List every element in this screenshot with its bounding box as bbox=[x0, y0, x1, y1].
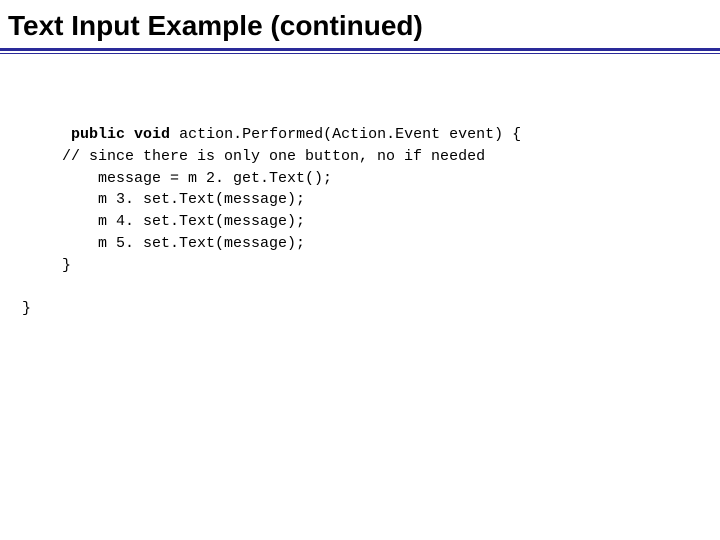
slide-title: Text Input Example (continued) bbox=[8, 10, 712, 42]
code-line-signature: public void action.Performed(Action.Even… bbox=[62, 126, 521, 143]
code-line-1: message = m 2. get.Text(); bbox=[62, 170, 332, 187]
signature-rest: action.Performed(Action.Event event) { bbox=[170, 126, 521, 143]
code-line-2: m 3. set.Text(message); bbox=[62, 191, 305, 208]
title-rule-thick bbox=[0, 48, 720, 51]
code-line-4: m 5. set.Text(message); bbox=[62, 235, 305, 252]
keyword-void: void bbox=[134, 126, 170, 143]
code-line-close-inner: } bbox=[62, 257, 71, 274]
code-line-comment: // since there is only one button, no if… bbox=[62, 148, 485, 165]
keyword-public: public bbox=[71, 126, 125, 143]
code-block: public void action.Performed(Action.Even… bbox=[0, 54, 720, 320]
slide: Text Input Example (continued) public vo… bbox=[0, 0, 720, 540]
code-line-3: m 4. set.Text(message); bbox=[62, 213, 305, 230]
code-line-close-outer: } bbox=[22, 298, 31, 320]
title-area: Text Input Example (continued) bbox=[0, 0, 720, 46]
